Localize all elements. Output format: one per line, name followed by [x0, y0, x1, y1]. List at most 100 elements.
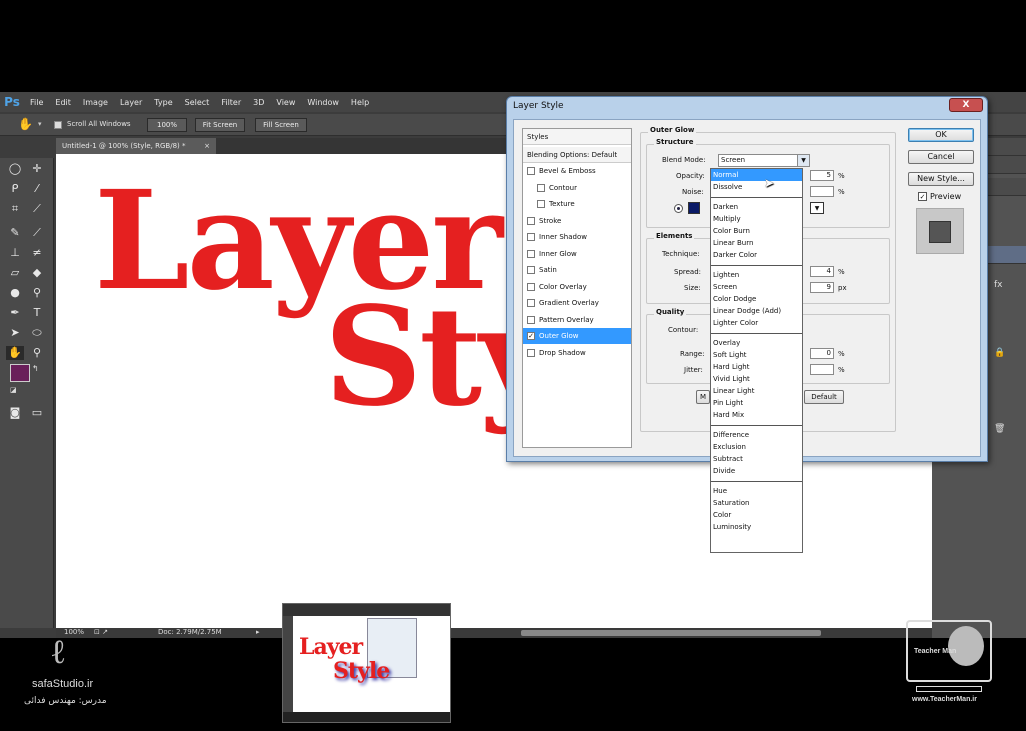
style-item-inner-shadow[interactable]: Inner Shadow	[523, 229, 631, 245]
reset-default-button[interactable]: Default	[804, 390, 844, 404]
blend-option-linear-light[interactable]: Linear Light	[711, 385, 802, 397]
eyedropper-tool-icon[interactable]: ⟋	[30, 202, 44, 216]
jitter-field[interactable]	[810, 364, 834, 375]
trash-icon[interactable]: 🗑	[994, 424, 1005, 434]
glow-color-swatch[interactable]	[688, 202, 700, 214]
foreground-color-swatch[interactable]	[10, 364, 30, 382]
style-checkbox[interactable]	[527, 249, 535, 258]
style-checkbox[interactable]	[527, 299, 535, 307]
style-item-gradient-overlay[interactable]: Gradient Overlay	[523, 295, 631, 311]
menu-help[interactable]: Help	[351, 98, 369, 107]
blend-option-darken[interactable]: Darken	[711, 201, 802, 213]
blend-option-overlay[interactable]: Overlay	[711, 337, 802, 349]
style-item-inner-glow[interactable]: Inner Glow	[523, 246, 631, 262]
style-item-satin[interactable]: Satin	[523, 262, 631, 278]
style-checkbox[interactable]	[527, 216, 535, 225]
quick-mask-icon[interactable]: ◙	[8, 406, 22, 420]
zoom-tool-icon[interactable]: ⚲	[30, 346, 44, 360]
scroll-all-windows-checkbox[interactable]	[54, 121, 62, 129]
paint-bucket-tool-icon[interactable]: ◆	[30, 266, 44, 280]
style-checkbox[interactable]	[527, 348, 535, 357]
blend-option-multiply[interactable]: Multiply	[711, 213, 802, 225]
dodge-tool-icon[interactable]: ⚲	[30, 286, 44, 300]
blend-option-color-dodge[interactable]: Color Dodge	[711, 293, 802, 305]
type-tool-icon[interactable]: T	[30, 306, 44, 320]
pen-tool-icon[interactable]: ✒	[8, 306, 22, 320]
hand-tool-icon[interactable]: ✋	[6, 346, 24, 360]
quick-select-tool-icon[interactable]: ⁄	[30, 182, 44, 196]
blend-option-soft-light[interactable]: Soft Light	[711, 349, 802, 361]
blending-options-item[interactable]: Blending Options: Default	[523, 147, 631, 163]
blend-option-hard-light[interactable]: Hard Light	[711, 361, 802, 373]
fill-screen-button[interactable]: Fill Screen	[255, 118, 307, 132]
default-colors-icon[interactable]: ◪	[10, 386, 17, 394]
tool-preset-chevron-icon[interactable]: ▾	[38, 120, 42, 128]
close-button[interactable]: X	[949, 98, 983, 112]
crop-tool-icon[interactable]: ⌗	[8, 202, 22, 216]
menu-view[interactable]: View	[276, 98, 295, 107]
clone-stamp-tool-icon[interactable]: ⊥	[8, 246, 22, 260]
fit-screen-button[interactable]: Fit Screen	[195, 118, 245, 132]
style-item-pattern-overlay[interactable]: Pattern Overlay	[523, 312, 631, 328]
make-default-button[interactable]: M	[696, 390, 710, 404]
blend-option-vivid-light[interactable]: Vivid Light	[711, 373, 802, 385]
opacity-field[interactable]: 5	[810, 170, 834, 181]
blend-mode-select[interactable]: Screen ▼	[718, 154, 810, 167]
blend-option-lighten[interactable]: Lighten	[711, 269, 802, 281]
blend-option-dissolve[interactable]: Dissolve	[711, 181, 802, 193]
solid-color-radio[interactable]	[674, 204, 683, 213]
styles-header[interactable]: Styles	[523, 129, 631, 145]
blend-option-color[interactable]: Color	[711, 509, 802, 521]
menu-file[interactable]: File	[30, 98, 43, 107]
cancel-button[interactable]: Cancel	[908, 150, 974, 164]
blend-option-luminosity[interactable]: Luminosity	[711, 521, 802, 533]
preview-checkbox[interactable]: ✓	[918, 192, 927, 201]
style-item-outer-glow[interactable]: ✓ Outer Glow	[523, 328, 631, 344]
blend-option-hard-mix[interactable]: Hard Mix	[711, 409, 802, 421]
style-checkbox[interactable]	[527, 266, 535, 274]
style-checkbox[interactable]	[527, 233, 535, 241]
blend-option-linear-burn[interactable]: Linear Burn	[711, 237, 802, 249]
blend-option-linear-dodge-add-[interactable]: Linear Dodge (Add)	[711, 305, 802, 317]
menu-filter[interactable]: Filter	[221, 98, 241, 107]
document-tab[interactable]: Untitled-1 @ 100% (Style, RGB/8) * ×	[56, 138, 216, 154]
menu-image[interactable]: Image	[83, 98, 108, 107]
blend-option-difference[interactable]: Difference	[711, 429, 802, 441]
style-checkbox[interactable]	[537, 183, 545, 192]
layer-row-selected[interactable]	[988, 246, 1026, 264]
menu-select[interactable]: Select	[185, 98, 210, 107]
path-selection-tool-icon[interactable]: ➤	[8, 326, 22, 340]
blend-option-divide[interactable]: Divide	[711, 465, 802, 477]
blend-option-exclusion[interactable]: Exclusion	[711, 441, 802, 453]
style-item-contour[interactable]: Contour	[523, 180, 631, 196]
blend-option-pin-light[interactable]: Pin Light	[711, 397, 802, 409]
lasso-tool-icon[interactable]: ᑭ	[8, 182, 22, 196]
gradient-chevron-icon[interactable]: ▼	[810, 202, 824, 214]
new-style-button[interactable]: New Style...	[908, 172, 974, 186]
menu-type[interactable]: Type	[154, 98, 172, 107]
style-item-stroke[interactable]: Stroke	[523, 213, 631, 229]
chevron-down-icon[interactable]: ▼	[797, 155, 809, 166]
horizontal-scrollbar[interactable]	[521, 630, 821, 636]
blend-option-darker-color[interactable]: Darker Color	[711, 249, 802, 261]
swap-colors-icon[interactable]: ↰	[32, 364, 39, 373]
blend-option-hue[interactable]: Hue	[711, 485, 802, 497]
style-checkbox[interactable]	[527, 282, 535, 291]
menu-edit[interactable]: Edit	[55, 98, 71, 107]
style-checkbox[interactable]: ✓	[527, 332, 535, 340]
move-tool-icon[interactable]: ✛	[30, 162, 44, 176]
blend-option-screen[interactable]: Screen	[711, 281, 802, 293]
blend-option-normal[interactable]: Normal	[711, 169, 802, 181]
menu-window[interactable]: Window	[307, 98, 339, 107]
style-checkbox[interactable]	[537, 200, 545, 208]
zoom-100-button[interactable]: 100%	[147, 118, 187, 132]
marquee-tool-icon[interactable]: ◯	[8, 162, 22, 176]
style-item-bevel-emboss[interactable]: Bevel & Emboss	[523, 163, 631, 179]
menu-layer[interactable]: Layer	[120, 98, 142, 107]
style-checkbox[interactable]	[527, 167, 535, 175]
blend-option-lighter-color[interactable]: Lighter Color	[711, 317, 802, 329]
style-item-color-overlay[interactable]: Color Overlay	[523, 279, 631, 295]
ok-button[interactable]: OK	[908, 128, 974, 142]
range-field[interactable]: 0	[810, 348, 834, 359]
hand-tool-icon[interactable]: ✋	[18, 117, 33, 131]
